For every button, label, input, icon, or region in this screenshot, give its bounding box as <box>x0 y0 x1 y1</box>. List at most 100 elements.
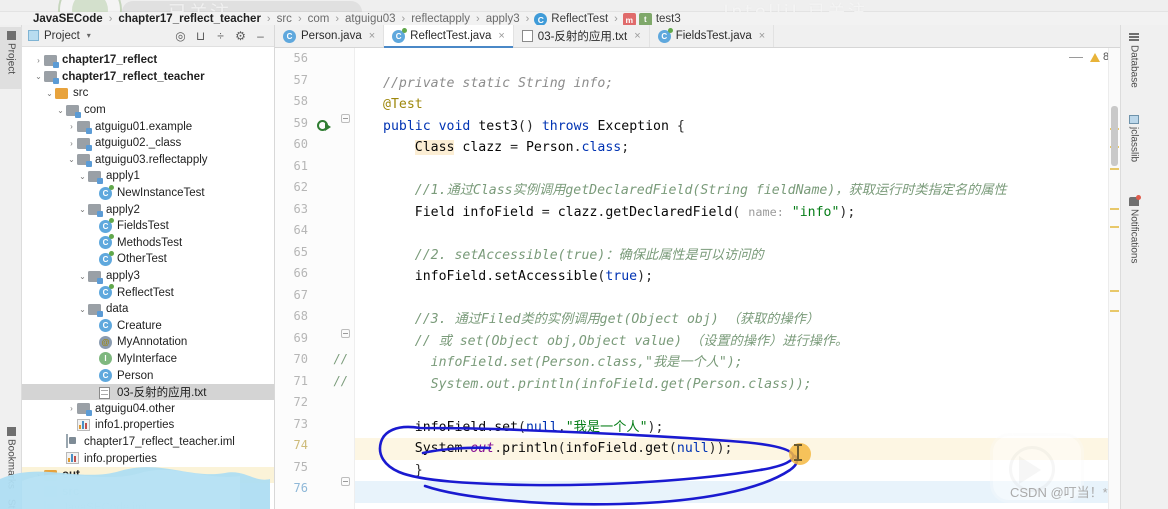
tool-window-button-database[interactable]: Database <box>1123 29 1145 97</box>
code-line: Class clazz = Person.class; <box>414 140 630 155</box>
tree-twisty[interactable]: ⌄ <box>77 305 88 314</box>
project-tree-item[interactable]: C Creature <box>22 318 274 335</box>
tool-window-label: Structure <box>6 499 17 509</box>
breadcrumb-item-atguigu03[interactable]: atguigu03 <box>344 13 397 25</box>
tool-window-button-bookmarks[interactable]: Bookmarks <box>0 423 22 499</box>
text-file-icon <box>521 30 533 42</box>
tree-twisty[interactable]: ⌄ <box>66 155 77 164</box>
tool-window-button-jclasslib[interactable]: jclasslib <box>1123 111 1145 179</box>
breadcrumb-item-apply3[interactable]: apply3 <box>485 13 521 25</box>
line-number: 65 <box>293 244 308 259</box>
breadcrumb-item-module[interactable]: chapter17_reflect_teacher <box>117 13 262 25</box>
commented-marker: // <box>333 352 348 366</box>
line-number: 71 <box>293 373 308 388</box>
tree-twisty[interactable]: ⌄ <box>55 106 66 115</box>
tree-item-label: NewInstanceTest <box>117 187 205 200</box>
close-icon[interactable]: × <box>759 30 765 42</box>
project-tree-item[interactable]: › chapter17_reflect <box>22 52 274 69</box>
breadcrumb-item-project[interactable]: JavaSECode <box>32 13 104 25</box>
java-class-runnable-icon: C <box>99 219 112 233</box>
project-tree-item[interactable]: I MyInterface <box>22 351 274 368</box>
project-tree-item[interactable]: ⌄ apply1 <box>22 168 274 185</box>
code-fold-icon[interactable] <box>341 477 350 486</box>
project-tree-item[interactable]: › atguigu02._class <box>22 135 274 152</box>
close-icon[interactable]: × <box>498 30 504 42</box>
project-tree-item[interactable]: 03-反射的应用.txt <box>22 383 274 401</box>
code-fold-icon[interactable] <box>341 113 350 123</box>
close-icon[interactable]: × <box>634 30 640 42</box>
tree-item-icon: C <box>99 319 113 333</box>
tree-item-icon: C <box>99 252 113 266</box>
tree-twisty[interactable]: ⌄ <box>33 72 44 81</box>
project-tree-item[interactable]: ⌄ apply3 <box>22 268 274 285</box>
editor-tab[interactable]: C ReflectTest.java × <box>384 25 514 48</box>
tree-twisty[interactable]: › <box>66 404 77 413</box>
editor-tab[interactable]: 03-反射的应用.txt × <box>513 25 650 47</box>
jclasslib-icon <box>1129 115 1139 124</box>
breadcrumb-item-reflectapply[interactable]: reflectapply <box>410 13 471 25</box>
editor-gutter[interactable]: 56 57 58 59 60 61 62 63 64 65 66 67 68 69 70 // 71 // 72 73… <box>275 48 355 509</box>
breadcrumb-item-com[interactable]: com <box>307 13 331 25</box>
editor-tab[interactable]: C FieldsTest.java × <box>649 25 775 47</box>
project-tree-item[interactable]: C OtherTest <box>22 251 274 268</box>
tool-window-label: Notifications <box>1128 209 1140 264</box>
project-tree-item[interactable]: info.properties <box>22 450 274 467</box>
properties-file-icon <box>77 418 90 431</box>
line-number: 63 <box>293 201 308 216</box>
minimize-icon[interactable]: – <box>253 28 268 43</box>
tool-window-button-notifications[interactable]: Notifications <box>1123 193 1145 285</box>
project-tree-item[interactable]: C FieldsTest <box>22 218 274 235</box>
tree-twisty[interactable]: ⌄ <box>77 205 88 214</box>
tree-twisty[interactable]: › <box>66 122 77 131</box>
project-tree-item[interactable]: C ReflectTest <box>22 284 274 301</box>
project-tree-item[interactable]: ⌄ com <box>22 102 274 119</box>
project-tree-item[interactable]: chapter17_reflect_teacher.iml <box>22 434 274 451</box>
close-icon[interactable]: × <box>369 30 375 42</box>
tree-twisty[interactable]: ⌄ <box>77 172 88 181</box>
editor-tab[interactable]: C Person.java × <box>275 25 385 47</box>
project-tree-item[interactable]: › out <box>22 466 274 484</box>
tree-item-icon <box>66 452 80 465</box>
tool-window-button-structure[interactable]: Structure <box>0 495 22 509</box>
line-number: 66 <box>293 266 308 280</box>
line-number: 56 <box>293 51 308 65</box>
tree-twisty[interactable]: ⌄ <box>44 89 55 98</box>
expand-all-icon[interactable]: ⊔ <box>193 28 208 43</box>
project-tree-item[interactable]: ⌄ data <box>22 301 274 318</box>
tree-twisty[interactable]: › <box>33 471 44 480</box>
tool-window-button-project[interactable]: Project <box>0 27 22 89</box>
tree-twisty[interactable]: › <box>33 487 44 496</box>
tree-twisty[interactable]: ⌄ <box>77 272 88 281</box>
project-tree-item[interactable]: C MethodsTest <box>22 235 274 252</box>
tree-item-icon <box>88 303 102 316</box>
run-test-icon[interactable] <box>317 119 331 133</box>
breadcrumb-item-src[interactable]: src <box>276 13 293 25</box>
package-folder-icon <box>66 104 79 116</box>
project-tree-item[interactable]: › src <box>22 483 274 500</box>
project-tree-item[interactable]: JavaSECode.iml <box>22 500 274 509</box>
project-tree-item[interactable]: ⌄ chapter17_reflect_teacher <box>22 69 274 86</box>
editor-tab-bar: C Person.java × C ReflectTest.java × 03-反射的应用.… <box>275 25 1120 48</box>
project-tree-item[interactable]: ⌄ src <box>22 85 274 102</box>
code-line: System.out.println(infoField.get(Person.… <box>430 376 812 392</box>
package-folder-icon <box>88 204 101 216</box>
project-tree-item[interactable]: @ MyAnnotation <box>22 334 274 351</box>
settings-icon[interactable]: ⚙ <box>233 28 248 43</box>
project-tree-item[interactable]: › atguigu04.other <box>22 400 274 417</box>
locate-icon[interactable]: ◎ <box>173 28 188 43</box>
code-fold-icon[interactable] <box>341 328 350 338</box>
chevron-down-icon[interactable]: ▾ <box>87 31 91 40</box>
project-tree-item[interactable]: C Person <box>22 367 274 384</box>
project-tree-item[interactable]: ⌄ atguigu03.reflectapply <box>22 152 274 169</box>
collapse-all-icon[interactable]: ÷ <box>213 28 228 43</box>
breadcrumb-item-class[interactable]: ReflectTest <box>550 13 609 25</box>
tree-twisty[interactable]: › <box>66 139 77 148</box>
project-tree-item[interactable]: info1.properties <box>22 417 274 434</box>
breadcrumb-item-method[interactable]: test3 <box>655 13 682 25</box>
project-tree-item[interactable]: C NewInstanceTest <box>22 185 274 202</box>
editor-marker-bar[interactable] <box>1108 48 1120 509</box>
tree-twisty[interactable]: › <box>33 56 44 65</box>
project-tree-item[interactable]: › atguigu01.example <box>22 118 274 135</box>
project-tree-item[interactable]: ⌄ apply2 <box>22 201 274 218</box>
editor-scrollbar-thumb[interactable] <box>1111 106 1118 166</box>
